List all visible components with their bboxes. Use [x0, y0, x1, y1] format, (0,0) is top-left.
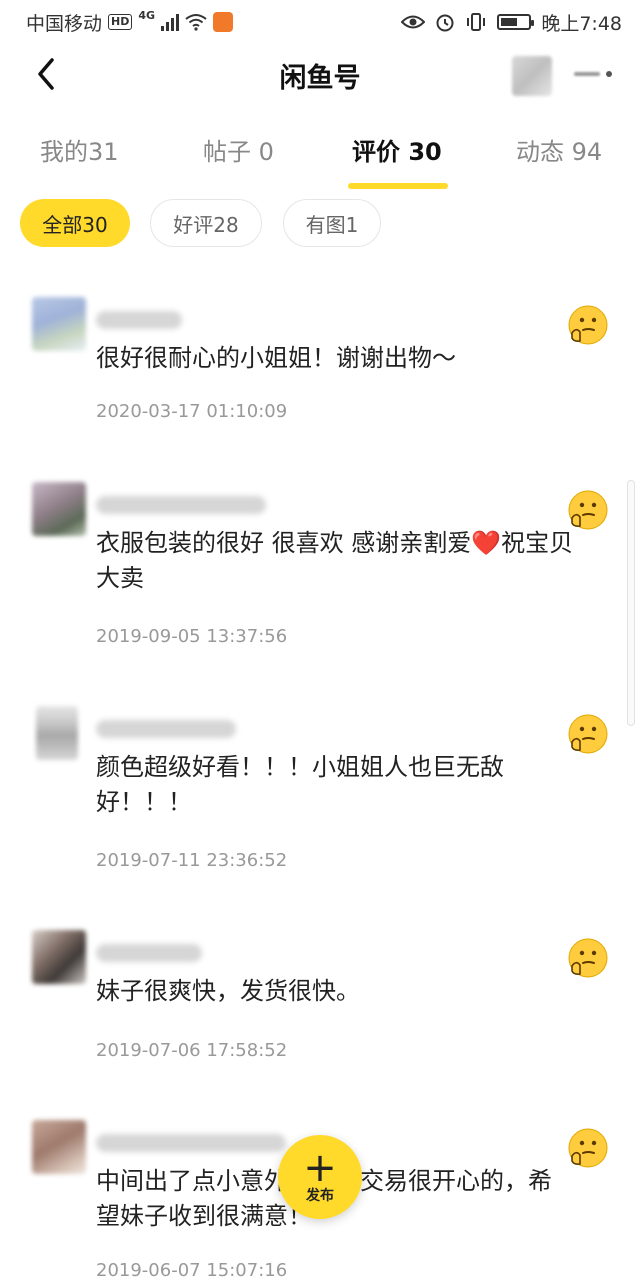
- eye-icon: [401, 15, 426, 29]
- reviewer-avatar[interactable]: [32, 1120, 86, 1174]
- reviewer-avatar[interactable]: [36, 706, 78, 760]
- notification-app-icon: [213, 12, 234, 32]
- wifi-icon: [185, 14, 207, 31]
- vibrate-icon: [467, 13, 486, 31]
- filter-all-chip[interactable]: 全部30: [20, 199, 130, 247]
- more-dot: [606, 71, 612, 77]
- review-text: 颜色超级好看！！！小姐姐人也巨无敌好！！！: [96, 753, 504, 816]
- review-date: 2019-06-07 15:07:16: [96, 1260, 288, 1280]
- navigation-bar: 闲鱼号: [0, 44, 640, 104]
- reviewer-name-blurred[interactable]: [96, 944, 202, 962]
- more-dots-icon: [574, 72, 600, 76]
- clock-time: 晚上7:48: [541, 12, 622, 35]
- review-text: 很好很耐心的小姐姐！谢谢出物～: [96, 344, 456, 372]
- publish-label: 发布: [306, 1188, 334, 1204]
- review-text: 妹子很爽快，发货很快。: [96, 977, 360, 1005]
- publish-button[interactable]: + 发布: [278, 1135, 362, 1219]
- reviewer-name-blurred[interactable]: [96, 311, 182, 329]
- tab-bar: 我的31 帖子 0 评价 30 动态 94: [0, 122, 640, 192]
- reviewer-avatar[interactable]: [32, 482, 86, 536]
- filter-positive-chip[interactable]: 好评28: [150, 199, 262, 247]
- status-bar: 中国移动 HD 4G 晚上7:48: [0, 0, 640, 44]
- good-review-emoji-icon: [568, 714, 608, 754]
- tab-posts[interactable]: 帖子 0: [203, 132, 274, 167]
- network-type: 4G: [138, 8, 156, 22]
- review-date: 2019-09-05 13:37:56: [96, 626, 288, 647]
- scrollbar[interactable]: [627, 480, 635, 726]
- reviewer-avatar[interactable]: [32, 297, 86, 351]
- review-date: 2019-07-11 23:36:52: [96, 850, 288, 871]
- tab-reviews[interactable]: 评价 30: [352, 132, 442, 167]
- filter-with-image-chip[interactable]: 有图1: [283, 199, 381, 247]
- signal-icon: [161, 13, 180, 31]
- active-tab-indicator: [348, 183, 448, 189]
- reviewer-name-blurred[interactable]: [96, 1134, 286, 1152]
- battery-icon: [497, 14, 535, 30]
- alarm-icon: [436, 14, 454, 32]
- tab-activity[interactable]: 动态 94: [516, 132, 602, 167]
- good-review-emoji-icon: [568, 1128, 608, 1168]
- carrier-label: 中国移动: [26, 12, 103, 35]
- hd-badge: HD: [108, 14, 133, 30]
- reviewer-avatar[interactable]: [32, 930, 86, 984]
- reviewer-name-blurred[interactable]: [96, 496, 266, 514]
- review-date: 2020-03-17 01:10:09: [96, 401, 288, 422]
- more-options-button[interactable]: [574, 64, 620, 84]
- review-date: 2019-07-06 17:58:52: [96, 1040, 288, 1061]
- user-avatar[interactable]: [512, 56, 552, 96]
- plus-icon: +: [303, 1145, 337, 1191]
- tab-mine[interactable]: 我的31: [40, 132, 119, 167]
- review-text: 衣服包装的很好 很喜欢 感谢亲割爱❤️祝宝贝大卖: [96, 529, 574, 592]
- reviewer-name-blurred[interactable]: [96, 720, 236, 738]
